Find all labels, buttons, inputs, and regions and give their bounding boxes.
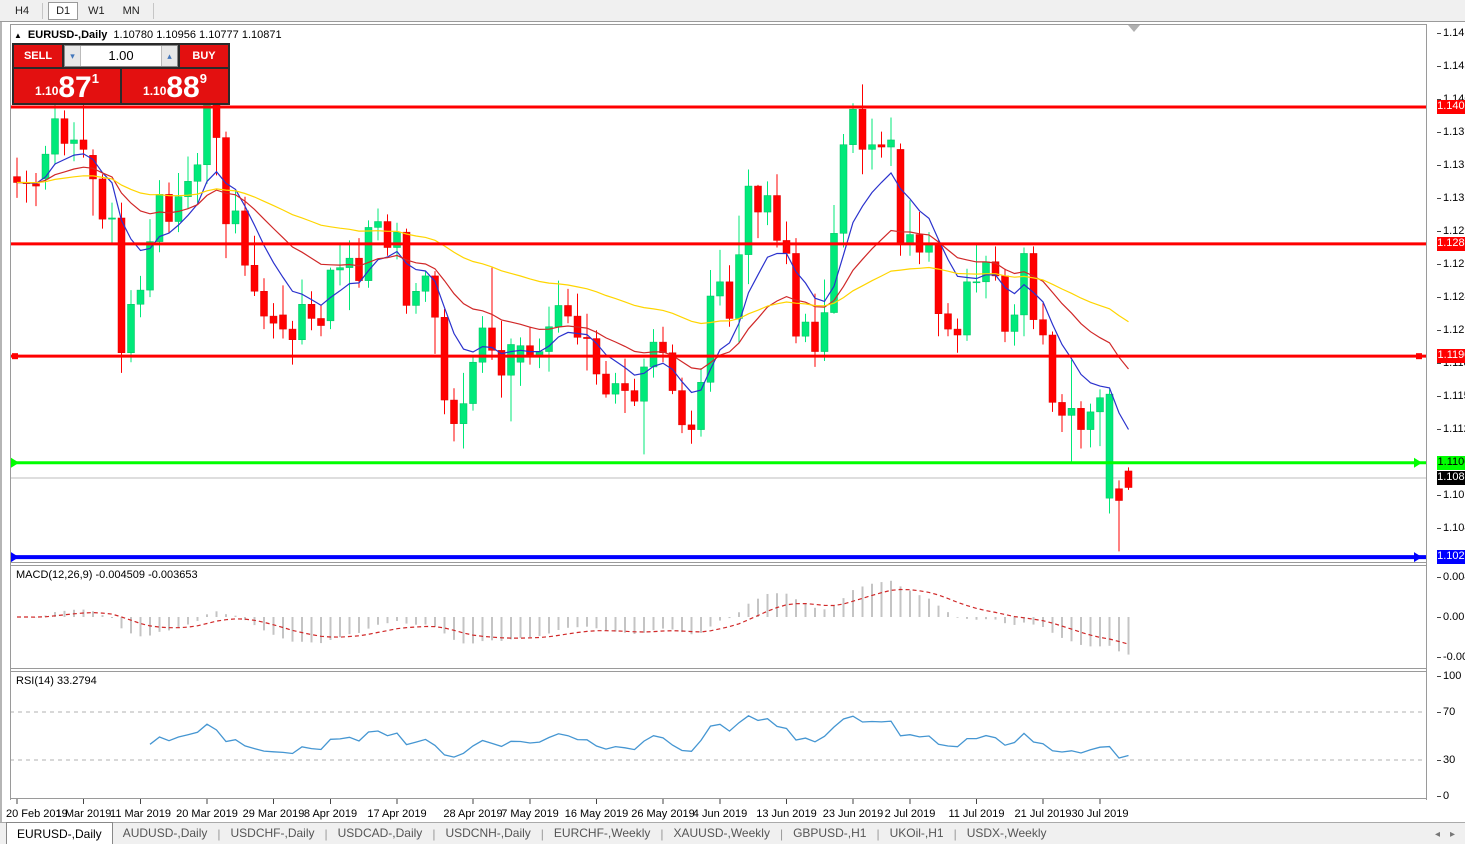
sell-price-pip: 1: [92, 71, 99, 86]
sell-price-big: 87: [58, 74, 91, 102]
chart-container: 1.146351.143551.140751.137951.135151.132…: [0, 22, 1465, 822]
date-tick-label: 8 Apr 2019: [304, 808, 357, 820]
price-tick: 1.14355: [1443, 60, 1465, 72]
chart-tab-bar: EURUSD-,DailyAUDUSD-,Daily|USDCHF-,Daily…: [0, 822, 1465, 844]
volume-input[interactable]: 1.00: [81, 46, 161, 66]
date-tick-label: 28 Apr 2019: [443, 808, 502, 820]
date-tick-label: 11 Jul 2019: [948, 808, 1004, 820]
price-badge-1_10201: 1.10201: [1437, 550, 1465, 564]
triangle-up-icon: ▴: [167, 51, 172, 61]
price-tick: 1.12960: [1443, 225, 1465, 237]
tab-scroll-arrows: ◂ ▸: [1435, 829, 1465, 844]
price-badge-1_11901: 1.11901: [1437, 349, 1465, 363]
price-tick: 1.12680: [1443, 258, 1465, 270]
price-tick: 1.10725: [1443, 489, 1465, 501]
chart-tab-eurusd-daily[interactable]: EURUSD-,Daily: [6, 822, 113, 844]
price-tick: 1.12400: [1443, 291, 1465, 303]
chart-tab-usdcad-daily[interactable]: USDCAD-,Daily: [328, 823, 433, 844]
date-tick-label: 2 Jul 2019: [885, 808, 936, 820]
timeframe-button-h4[interactable]: H4: [7, 2, 37, 20]
sell-price-prefix: 1.10: [35, 84, 58, 98]
timeframe-toolbar: H4 D1W1MN: [0, 0, 1465, 22]
toolbar-separator: [153, 3, 154, 19]
mt4-window: H4D1W1MN 1.146351.143551.140751.137951.1…: [0, 0, 1465, 844]
timeframe-button-w1[interactable]: W1: [80, 2, 113, 20]
tab-scroll-left-icon[interactable]: ◂: [1435, 829, 1440, 840]
chart-title: ▲ EURUSD-,Daily 1.10780 1.10956 1.10777 …: [14, 29, 282, 41]
chart-tab-gbpusd-h1[interactable]: GBPUSD-,H1: [783, 823, 876, 844]
price-tick: 1.10450: [1443, 522, 1465, 534]
date-tick-label: 23 Jun 2019: [823, 808, 884, 820]
price-badge-1_11000: 1.11000: [1437, 456, 1465, 470]
collapse-panel-icon[interactable]: ▲: [14, 31, 22, 40]
price-tick: 1.13515: [1443, 159, 1465, 171]
volume-decrease-button[interactable]: ▾: [65, 46, 81, 66]
buy-price-prefix: 1.10: [143, 84, 166, 98]
rsi-tick: 30: [1443, 754, 1455, 766]
rsi-tick: 0: [1443, 790, 1449, 802]
price-tick: 1.14635: [1443, 27, 1465, 39]
date-tick-label: 20 Mar 2019: [176, 808, 238, 820]
toolbar-separator: [42, 3, 43, 19]
buy-price-pip: 9: [200, 71, 207, 86]
price-badge-1_12851: 1.12851: [1437, 237, 1465, 251]
price-tick: 1.11565: [1443, 390, 1465, 402]
date-tick-label: 1 Mar 2019: [56, 808, 112, 820]
macd-tick: 0.004524: [1443, 571, 1465, 583]
date-tick-label: 17 Apr 2019: [367, 808, 426, 820]
chart-tab-usdcnh-daily[interactable]: USDCNH-,Daily: [435, 823, 540, 844]
timeframe-button-d1[interactable]: D1: [48, 2, 78, 20]
chart-plot[interactable]: [10, 24, 1429, 820]
buy-price-big: 88: [166, 74, 199, 102]
one-click-trading-panel: SELL ▾ 1.00 ▴ BUY 1.10871 1.10889: [12, 43, 230, 105]
date-tick-label: 30 Jul 2019: [1072, 808, 1129, 820]
chart-tab-audusd-daily[interactable]: AUDUSD-,Daily: [113, 823, 218, 844]
price-axis[interactable]: 1.146351.143551.140751.137951.135151.132…: [1439, 24, 1465, 800]
macd-indicator-label: MACD(12,26,9) -0.004509 -0.003653: [16, 569, 198, 581]
chart-tab-eurchf-weekly[interactable]: EURCHF-,Weekly: [544, 823, 660, 844]
rsi-tick: 70: [1443, 706, 1455, 718]
price-tick: 1.13240: [1443, 192, 1465, 204]
price-tick: 1.12120: [1443, 324, 1465, 336]
rsi-indicator-label: RSI(14) 33.2794: [16, 675, 97, 687]
date-tick-label: 16 May 2019: [565, 808, 629, 820]
buy-price-button[interactable]: 1.10889: [122, 69, 228, 103]
chart-symbol-label: EURUSD-,Daily: [28, 29, 107, 41]
volume-spinner: ▾ 1.00 ▴: [64, 45, 178, 67]
timeframe-button-mn[interactable]: MN: [115, 2, 148, 20]
macd-tick: 0.00: [1443, 611, 1464, 623]
date-tick-label: 26 May 2019: [631, 808, 695, 820]
tab-scroll-right-icon[interactable]: ▸: [1450, 829, 1455, 840]
date-tick-label: 7 May 2019: [501, 808, 558, 820]
triangle-down-icon: ▾: [70, 51, 75, 61]
chart-tab-usdx-weekly[interactable]: USDX-,Weekly: [957, 823, 1057, 844]
chart-tab-xauusd-weekly[interactable]: XAUUSD-,Weekly: [663, 823, 779, 844]
chart-tab-usdchf-daily[interactable]: USDCHF-,Daily: [221, 823, 325, 844]
date-tick-label: 4 Jun 2019: [693, 808, 747, 820]
date-tick-label: 21 Jul 2019: [1015, 808, 1072, 820]
volume-increase-button[interactable]: ▴: [161, 46, 177, 66]
rsi-tick: 100: [1443, 670, 1461, 682]
autoscroll-marker-icon[interactable]: [1128, 25, 1140, 32]
price-badge-1_14009: 1.14009: [1437, 100, 1465, 114]
price-tick: 1.11285: [1443, 423, 1465, 435]
date-tick-label: 11 Mar 2019: [110, 808, 171, 820]
macd-tick: -0.00494: [1443, 651, 1465, 663]
date-tick-label: 29 Mar 2019: [243, 808, 305, 820]
sell-button[interactable]: SELL: [14, 45, 62, 67]
sell-price-button[interactable]: 1.10871: [14, 69, 120, 103]
chart-tab-ukoil-h1[interactable]: UKOil-,H1: [880, 823, 954, 844]
chart-ohlc-quote: 1.10780 1.10956 1.10777 1.10871: [113, 29, 281, 41]
date-tick-label: 13 Jun 2019: [756, 808, 817, 820]
buy-button[interactable]: BUY: [180, 45, 228, 67]
price-tick: 1.13795: [1443, 126, 1465, 138]
price-badge-1_10871: 1.10871: [1437, 471, 1465, 485]
